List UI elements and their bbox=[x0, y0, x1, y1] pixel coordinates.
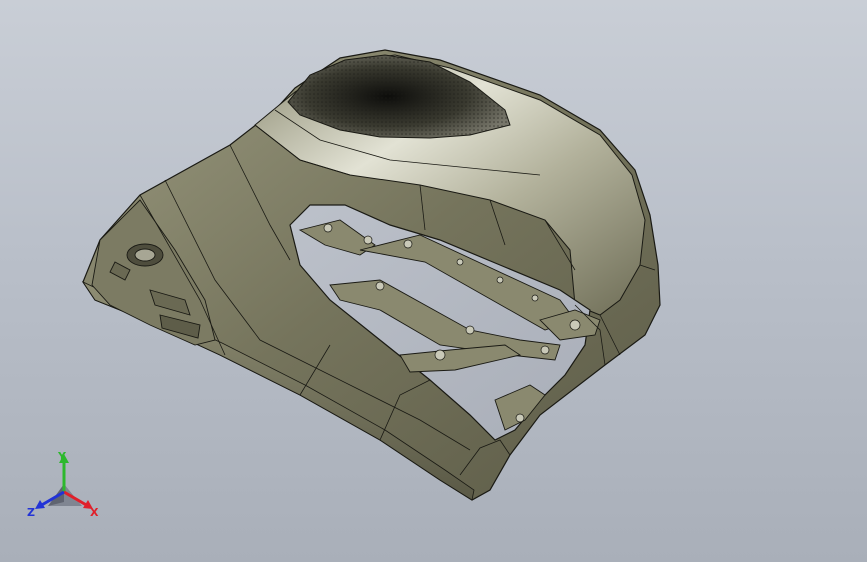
graphics-viewport[interactable]: Y X Z bbox=[0, 0, 867, 562]
z-axis-label: Z bbox=[27, 506, 35, 519]
y-axis-label: Y bbox=[57, 450, 67, 463]
view-orientation-triad-icon[interactable]: Y X Z bbox=[26, 448, 102, 524]
x-axis-label: X bbox=[90, 506, 99, 519]
cad-part-model[interactable] bbox=[0, 0, 867, 562]
